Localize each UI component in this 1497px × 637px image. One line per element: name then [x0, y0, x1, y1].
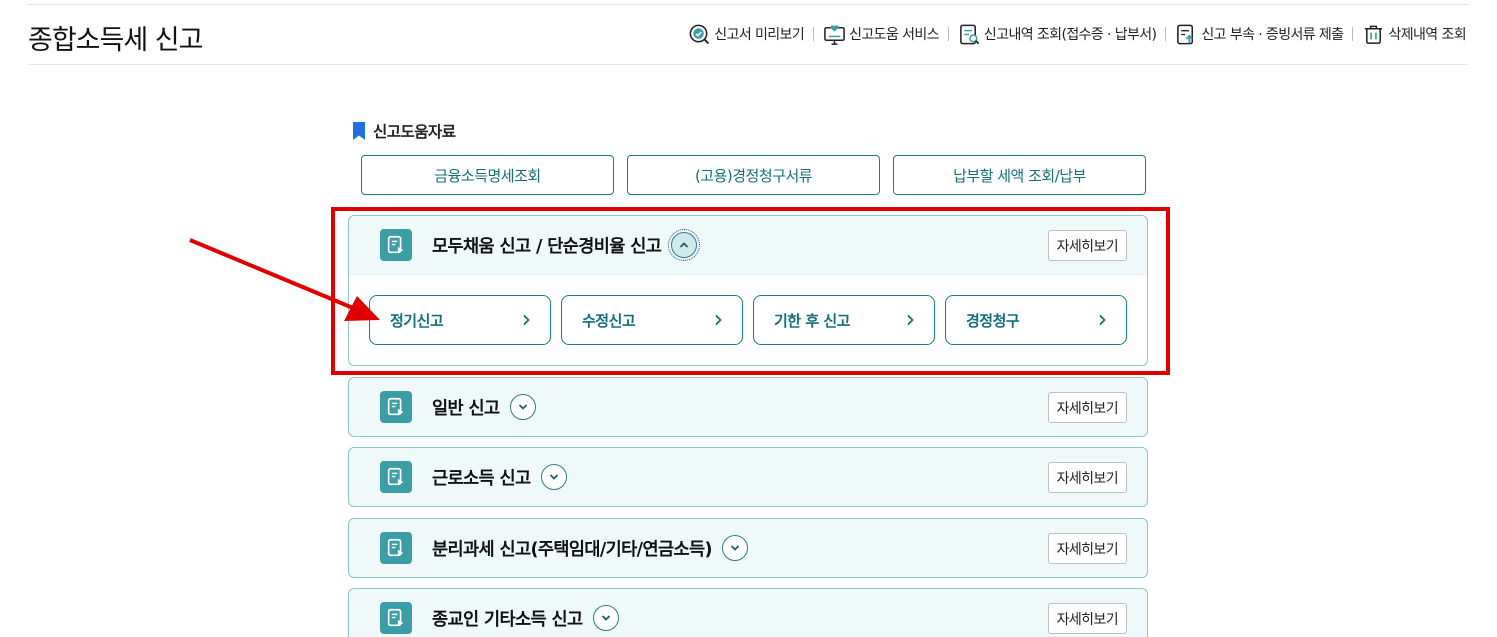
bookmark-icon [353, 122, 365, 140]
correction-claim-docs-button[interactable]: (고용)경정청구서류 [627, 155, 880, 195]
separator [947, 27, 949, 41]
deleted-history-label: 삭제내역 조회 [1388, 27, 1466, 43]
regular-report-button[interactable]: 정기신고 [369, 295, 551, 345]
accordion-title-text: 일반 신고 [432, 398, 500, 419]
chevron-right-icon [523, 314, 530, 326]
report-doc-icon [380, 602, 412, 634]
accordion-title-text: 근로소득 신고 [432, 468, 531, 489]
regular-report-label: 정기신고 [390, 311, 444, 330]
amended-report-label: 수정신고 [582, 311, 636, 330]
accordion-header[interactable]: 모두채움 신고 / 단순경비율 신고 자세히보기 [349, 216, 1147, 274]
accordion-header[interactable]: 분리과세 신고(주택임대/기타/연금소득) 자세히보기 [349, 519, 1147, 577]
report-history-label: 신고내역 조회(접수증 · 납부서) [983, 27, 1157, 43]
report-doc-icon [380, 532, 412, 564]
separator [813, 27, 815, 41]
detail-button[interactable]: 자세히보기 [1047, 603, 1127, 634]
accordion-title: 일반 신고 [432, 394, 536, 420]
chevron-down-icon [601, 615, 610, 621]
help-service-link[interactable]: 신고도움 서비스 [823, 23, 940, 46]
expand-toggle[interactable] [592, 605, 619, 631]
header-links: 신고서 미리보기 신고도움 서비스 신고내역 조회(접수증 · 납부서) 신고 … [688, 22, 1467, 46]
title-divider [28, 64, 1468, 65]
accordion-separate-tax-report: 분리과세 신고(주택임대/기타/연금소득) 자세히보기 [348, 518, 1148, 578]
accordion-simple-report: 모두채움 신고 / 단순경비율 신고 자세히보기 정기신고 수정신고 기한 후 … [348, 215, 1148, 366]
accordion-title-text: 종교인 기타소득 신고 [432, 609, 583, 630]
chevron-up-icon [680, 242, 689, 248]
document-upload-icon [1177, 24, 1194, 44]
collapse-toggle[interactable] [668, 229, 701, 261]
submit-documents-link[interactable]: 신고 부속 · 증빙서류 제출 [1175, 23, 1344, 46]
chevron-right-icon [715, 314, 722, 326]
report-doc-icon [380, 461, 412, 493]
separator [1352, 27, 1354, 41]
preview-report-label: 신고서 미리보기 [714, 27, 805, 43]
report-history-link[interactable]: 신고내역 조회(접수증 · 납부서) [958, 23, 1157, 46]
expand-toggle[interactable] [509, 394, 536, 420]
accordion-earned-income-report: 근로소득 신고 자세히보기 [348, 447, 1148, 507]
deleted-history-link[interactable]: 삭제내역 조회 [1362, 23, 1467, 46]
expand-toggle[interactable] [721, 535, 748, 561]
late-report-label: 기한 후 신고 [774, 311, 850, 330]
accordion-header[interactable]: 종교인 기타소득 신고 자세히보기 [349, 589, 1147, 637]
accordion-title-text: 모두채움 신고 / 단순경비율 신고 [432, 236, 662, 257]
financial-income-button[interactable]: 금융소득명세조회 [361, 155, 614, 195]
expand-toggle[interactable] [540, 464, 567, 490]
accordion-title: 종교인 기타소득 신고 [432, 605, 619, 631]
accordion-title: 분리과세 신고(주택임대/기타/연금소득) [432, 535, 748, 561]
chevron-right-icon [1099, 314, 1106, 326]
preview-report-link[interactable]: 신고서 미리보기 [688, 23, 805, 46]
trash-icon [1365, 25, 1383, 44]
document-search-icon [960, 24, 980, 44]
accordion-title: 모두채움 신고 / 단순경비율 신고 [432, 229, 701, 261]
submit-documents-label: 신고 부속 · 증빙서류 제출 [1201, 27, 1344, 43]
help-section-heading: 신고도움자료 [352, 120, 456, 142]
chevron-down-icon [518, 404, 527, 410]
correction-claim-label: 경정청구 [966, 311, 1020, 330]
top-border [28, 4, 1468, 5]
help-buttons: 금융소득명세조회 (고용)경정청구서류 납부할 세액 조회/납부 [361, 155, 1146, 195]
report-doc-icon [380, 229, 412, 261]
detail-button[interactable]: 자세히보기 [1047, 230, 1127, 261]
help-service-label: 신고도움 서비스 [849, 27, 939, 43]
correction-claim-button[interactable]: 경정청구 [945, 295, 1127, 345]
chevron-down-icon [730, 545, 740, 551]
accordion-header[interactable]: 근로소득 신고 자세히보기 [349, 448, 1147, 506]
tax-payment-button[interactable]: 납부할 세액 조회/납부 [893, 155, 1146, 195]
sub-report-options: 정기신고 수정신고 기한 후 신고 경정청구 [349, 274, 1147, 365]
late-report-button[interactable]: 기한 후 신고 [753, 295, 935, 345]
chevron-right-icon [907, 314, 914, 326]
detail-button[interactable]: 자세히보기 [1047, 392, 1127, 423]
chevron-down-icon [549, 474, 558, 480]
accordion-title-text: 분리과세 신고(주택임대/기타/연금소득) [432, 539, 712, 560]
accordion-header[interactable]: 일반 신고 자세히보기 [349, 378, 1147, 436]
accordion-title: 근로소득 신고 [432, 464, 567, 490]
report-doc-icon [380, 391, 412, 423]
check-search-icon [689, 24, 710, 44]
detail-button[interactable]: 자세히보기 [1047, 462, 1127, 493]
help-section-label: 신고도움자료 [373, 123, 456, 141]
amended-report-button[interactable]: 수정신고 [561, 295, 743, 345]
page-title: 종합소득세 신고 [28, 25, 203, 56]
accordion-religious-income-report: 종교인 기타소득 신고 자세히보기 [348, 588, 1148, 637]
monitor-help-icon [824, 24, 845, 45]
detail-button[interactable]: 자세히보기 [1047, 533, 1127, 564]
separator [1165, 27, 1167, 41]
accordion-general-report: 일반 신고 자세히보기 [348, 377, 1148, 437]
